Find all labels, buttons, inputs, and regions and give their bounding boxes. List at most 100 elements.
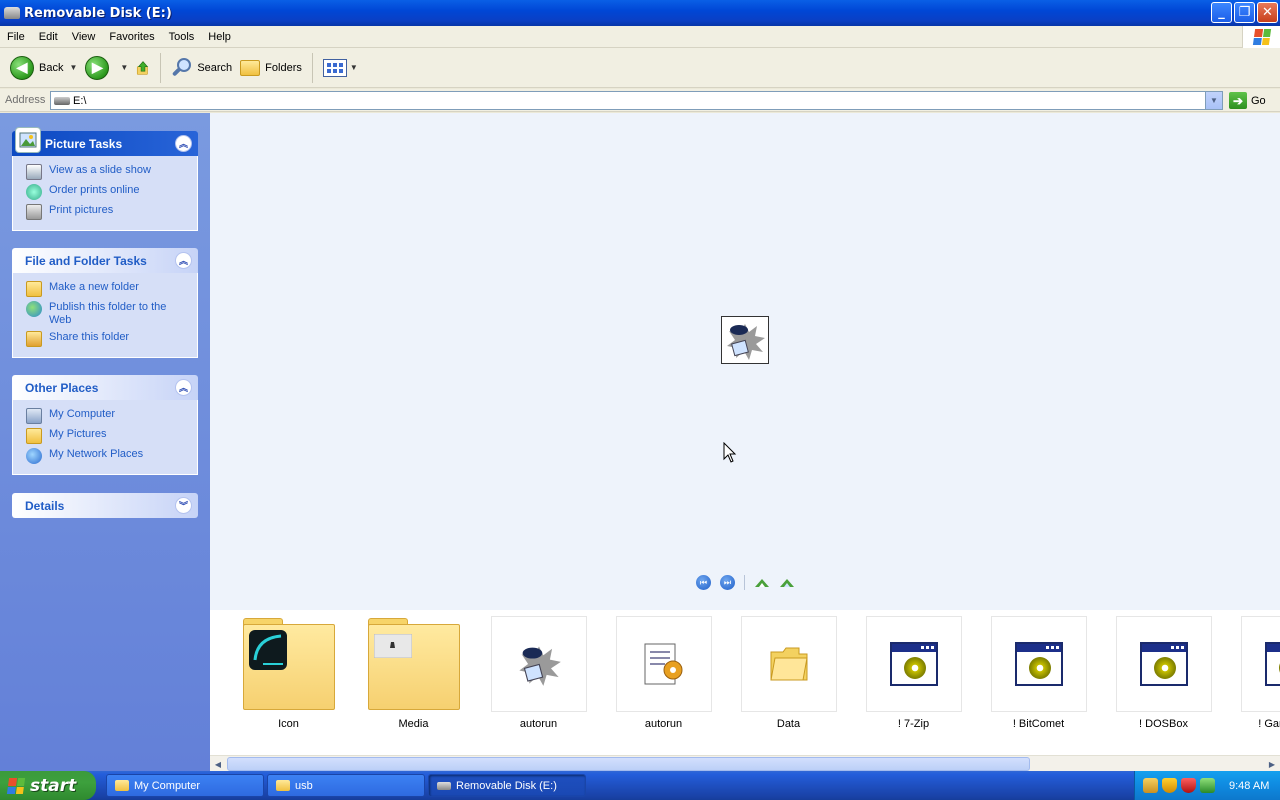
security-shield-icon[interactable] — [1162, 778, 1177, 793]
task-publish-web[interactable]: Publish this folder to the Web — [26, 301, 189, 327]
menu-tools[interactable]: Tools — [162, 31, 202, 43]
file-folder-tasks-body: Make a new folder Publish this folder to… — [12, 273, 198, 358]
taskbar-button-removable-disk[interactable]: Removable Disk (E:) — [428, 774, 586, 797]
views-button[interactable]: ▼ — [319, 52, 362, 84]
other-places-header[interactable]: Other Places ︽ — [12, 375, 198, 400]
details-panel: Details ︾ — [12, 493, 198, 518]
computer-icon — [26, 408, 42, 424]
other-places-body: My Computer My Pictures My Network Place… — [12, 400, 198, 475]
task-make-new-folder[interactable]: Make a new folder — [26, 281, 189, 297]
windows-flag-icon — [6, 777, 26, 794]
file-item[interactable]: ! BitComet — [976, 616, 1101, 730]
minimize-button[interactable]: _ — [1211, 2, 1232, 23]
task-print-pictures[interactable]: Print pictures — [26, 204, 189, 220]
file-item[interactable]: Icon — [226, 616, 351, 730]
address-dropdown-icon[interactable]: ▼ — [1205, 92, 1222, 109]
menu-view[interactable]: View — [65, 31, 103, 43]
folder-icon — [276, 780, 290, 791]
rotate-counterclockwise-icon[interactable] — [779, 577, 795, 589]
network-tray-icon[interactable] — [1143, 778, 1158, 793]
scroll-left-icon[interactable]: ◀ — [210, 756, 226, 772]
file-item[interactable]: ! 7-Zip — [851, 616, 976, 730]
back-dropdown-icon[interactable]: ▼ — [69, 63, 77, 72]
globe-icon — [26, 301, 42, 317]
horizontal-scrollbar[interactable]: ◀ ▶ — [210, 755, 1280, 771]
clock: 9:48 AM — [1229, 779, 1270, 792]
thumbnail — [366, 616, 462, 712]
place-my-network-places[interactable]: My Network Places — [26, 448, 189, 464]
go-button[interactable]: ➔ Go — [1229, 92, 1266, 109]
taskbar-button-label: Removable Disk (E:) — [456, 779, 557, 792]
expand-icon[interactable]: ︾ — [175, 497, 192, 514]
up-folder-icon — [137, 60, 149, 75]
picture-tasks-header[interactable]: Picture Tasks ︽ — [12, 127, 198, 156]
place-my-computer[interactable]: My Computer — [26, 408, 189, 424]
forward-button[interactable]: ▶ ▼ — [81, 52, 132, 84]
restore-button[interactable]: ❐ — [1234, 2, 1255, 23]
program-icon — [1014, 642, 1063, 686]
next-image-icon[interactable]: ⏭ — [720, 575, 735, 590]
taskbar-button-my-computer[interactable]: My Computer — [106, 774, 264, 797]
rotate-clockwise-icon[interactable] — [754, 577, 770, 589]
taskbar-button-label: My Computer — [134, 779, 201, 792]
thumbnail — [1115, 616, 1212, 712]
filmstrip-controls: ⏮ ⏭ — [696, 575, 795, 590]
safely-remove-hardware-icon[interactable] — [1200, 778, 1215, 793]
address-label: Address — [5, 94, 46, 106]
close-button[interactable]: ✕ — [1257, 2, 1278, 23]
slideshow-icon — [26, 164, 42, 180]
menu-bar: File Edit View Favorites Tools Help — [0, 26, 1280, 48]
menu-help[interactable]: Help — [201, 31, 238, 43]
back-button[interactable]: ◀ Back ▼ — [6, 52, 81, 84]
share-folder-icon — [26, 331, 42, 347]
scrollbar-thumb[interactable] — [227, 757, 1030, 771]
file-item[interactable]: autorun — [476, 616, 601, 730]
file-folder-tasks-header[interactable]: File and Folder Tasks ︽ — [12, 248, 198, 273]
file-item[interactable]: ! DOSBox — [1101, 616, 1226, 730]
filmstrip-preview: ⏮ ⏭ — [210, 113, 1280, 610]
thumbnail — [615, 616, 712, 712]
task-label: Make a new folder — [49, 281, 139, 293]
address-value: E:\ — [73, 94, 87, 107]
program-icon — [1139, 642, 1188, 686]
file-item[interactable]: ! Game Expl — [1226, 616, 1280, 730]
file-item[interactable]: Data — [726, 616, 851, 730]
forward-dropdown-icon[interactable]: ▼ — [120, 63, 128, 72]
start-button[interactable]: start — [0, 771, 96, 800]
file-item[interactable]: autorun — [601, 616, 726, 730]
task-view-slideshow[interactable]: View as a slide show — [26, 164, 189, 180]
scroll-right-icon[interactable]: ▶ — [1264, 756, 1280, 772]
collapse-icon[interactable]: ︽ — [175, 252, 192, 269]
my-pictures-icon — [26, 428, 42, 444]
folders-button[interactable]: Folders — [236, 52, 306, 84]
window-title: Removable Disk (E:) — [24, 5, 172, 21]
place-my-pictures[interactable]: My Pictures — [26, 428, 189, 444]
collapse-icon[interactable]: ︽ — [175, 135, 192, 152]
menu-file[interactable]: File — [0, 31, 32, 43]
preview-image[interactable] — [721, 316, 769, 364]
security-alert-icon[interactable] — [1181, 778, 1196, 793]
other-places-panel: Other Places ︽ My Computer My Pictures M… — [12, 375, 198, 475]
file-name: Icon — [278, 718, 299, 730]
setup-information-icon — [644, 643, 682, 685]
thumbnail — [865, 616, 962, 712]
title-bar[interactable]: Removable Disk (E:) _ ❐ ✕ — [0, 0, 1280, 26]
up-folder-button[interactable] — [132, 56, 154, 80]
folders-icon — [240, 59, 261, 76]
previous-image-icon[interactable]: ⏮ — [696, 575, 711, 590]
details-header[interactable]: Details ︾ — [12, 493, 198, 518]
address-field[interactable]: E:\ ▼ — [50, 91, 1223, 110]
file-item[interactable]: Media — [351, 616, 476, 730]
task-share-folder[interactable]: Share this folder — [26, 331, 189, 347]
collapse-icon[interactable]: ︽ — [175, 379, 192, 396]
drive-icon — [437, 781, 451, 790]
task-label: Print pictures — [49, 204, 114, 216]
search-button[interactable]: Search — [167, 52, 236, 84]
taskbar-button-usb[interactable]: usb — [267, 774, 425, 797]
menu-edit[interactable]: Edit — [32, 31, 65, 43]
file-name: ! 7-Zip — [897, 718, 930, 730]
task-label: Share this folder — [49, 331, 130, 343]
views-dropdown-icon[interactable]: ▼ — [350, 63, 358, 72]
menu-favorites[interactable]: Favorites — [102, 31, 161, 43]
task-order-prints[interactable]: Order prints online — [26, 184, 189, 200]
